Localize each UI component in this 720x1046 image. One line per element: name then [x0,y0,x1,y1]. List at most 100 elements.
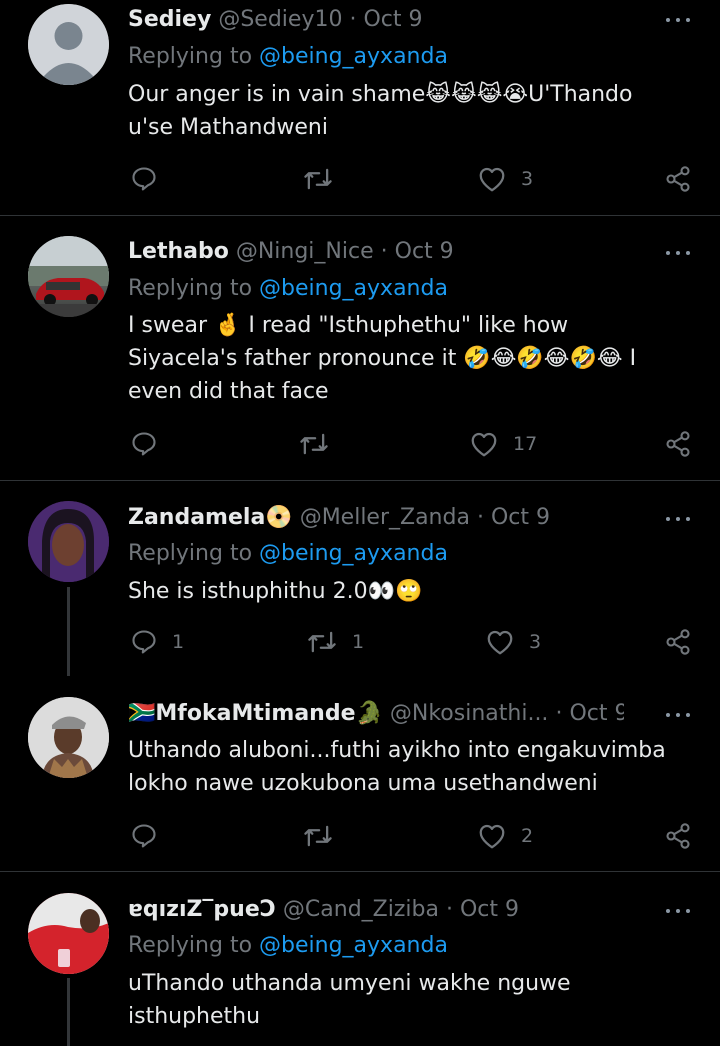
tweet-text: She is isthuphithu 2.0👀🙄 [128,579,423,604]
profile-photo-icon [28,697,109,778]
like-count: 17 [513,433,538,455]
user-handle[interactable]: @Nkosinathi... [390,701,549,726]
reply-button[interactable] [130,820,172,852]
replying-to-label: Replying to [128,541,260,566]
display-name[interactable]: Sediey [128,7,211,32]
display-name[interactable]: ɐqızıZ‾pueƆ [128,897,276,922]
more-icon[interactable] [666,16,692,24]
display-name[interactable]: Lethabo [128,239,229,264]
like-count: 3 [529,631,542,653]
more-icon[interactable] [666,515,692,523]
share-button[interactable] [664,428,692,460]
tweet[interactable]: Sediey @Sediey10 · Oct 9 Replying to @be… [0,0,720,215]
share-icon [666,431,690,457]
reply-button[interactable] [130,428,172,460]
replying-to: Replying to @being_ayxanda [128,538,448,570]
retweet-button[interactable]: 1 [306,626,364,658]
tweet-text: uThando uthanda umyeni wakhe nguwe isthu… [128,971,571,1029]
reply-count: 1 [172,631,185,653]
reply-icon [132,630,156,654]
replying-to: Replying to @being_ayxanda [128,41,448,73]
share-button[interactable] [664,626,692,658]
user-handle[interactable]: @Cand_Ziziba [283,897,439,922]
retweet-icon [300,433,328,455]
display-name[interactable]: Zandamela📀 [128,505,293,530]
avatar[interactable] [28,893,109,974]
user-handle[interactable]: @Sediey10 [218,7,342,32]
reply-icon [132,167,156,191]
avatar[interactable] [28,236,109,317]
car-photo-icon [28,236,109,317]
tweet-text: Uthando aluboni...futhi ayikho into enga… [128,738,666,796]
tweet-date[interactable]: Oct 9 [569,701,624,726]
tweet[interactable]: ɐqızıZ‾pueƆ @Cand_Ziziba · Oct 9 Replyin… [0,872,720,1046]
share-icon [666,823,690,849]
replying-to-label: Replying to [128,276,260,301]
replying-to: Replying to @being_ayxanda [128,930,448,962]
more-icon[interactable] [666,711,692,719]
avatar[interactable] [28,4,109,85]
like-icon [479,167,505,192]
tweet-date[interactable]: Oct 9 [395,239,454,264]
user-handle[interactable]: @Ningi_Nice [236,239,374,264]
tweet-header: 🇿🇦MfokaMtimande🐊 @Nkosinathi... · Oct 9 [128,698,624,730]
tweet-text: Our anger is in vain shame😹😹😹😭U'Thando u… [128,82,633,140]
mention-link[interactable]: @being_ayxanda [259,276,448,301]
retweet-icon [304,168,332,190]
default-avatar-icon [28,4,109,85]
tweet-date[interactable]: Oct 9 [363,7,422,32]
tweet[interactable]: Lethabo @Ningi_Nice · Oct 9 Replying to … [0,216,720,480]
like-button[interactable]: 17 [469,428,537,460]
reply-button[interactable]: 1 [130,626,184,658]
share-icon [666,629,690,655]
profile-photo-icon [28,893,109,974]
tweet-header: ɐqızıZ‾pueƆ @Cand_Ziziba · Oct 9 [128,894,640,926]
replying-to-label: Replying to [128,44,260,69]
retweet-icon [304,825,332,847]
tweet-date[interactable]: Oct 9 [491,505,550,530]
separator-dot: · [380,239,388,264]
more-icon[interactable] [666,907,692,915]
like-count: 2 [521,825,534,847]
like-button[interactable]: 3 [477,163,533,195]
reply-button[interactable] [130,163,172,195]
separator-dot: · [476,505,484,530]
like-icon [487,630,513,655]
like-button[interactable]: 2 [477,820,533,852]
retweet-button[interactable] [302,163,348,195]
thread-line [67,587,70,676]
mention-link[interactable]: @being_ayxanda [259,44,448,69]
like-icon [471,432,497,457]
like-button[interactable]: 3 [485,626,541,658]
share-icon [666,166,690,192]
tweet[interactable]: Zandamela📀 @Meller_Zanda · Oct 9 Replyin… [0,481,720,676]
share-button[interactable] [664,163,692,195]
retweet-button[interactable] [302,820,348,852]
more-icon[interactable] [666,249,692,257]
retweet-button[interactable] [298,428,344,460]
thread-line [67,978,70,1046]
like-icon [479,824,505,849]
mention-link[interactable]: @being_ayxanda [259,541,448,566]
avatar[interactable] [28,697,109,778]
tweet[interactable]: 🇿🇦MfokaMtimande🐊 @Nkosinathi... · Oct 9 … [0,676,720,871]
tweet-date[interactable]: Oct 9 [460,897,519,922]
tweet-header: Zandamela📀 @Meller_Zanda · Oct 9 [128,502,640,534]
replying-to-label: Replying to [128,933,260,958]
display-name[interactable]: 🇿🇦MfokaMtimande🐊 [128,701,383,726]
profile-photo-icon [28,501,109,582]
share-button[interactable] [664,820,692,852]
tweet-header: Lethabo @Ningi_Nice · Oct 9 [128,236,640,268]
avatar[interactable] [28,501,109,582]
separator-dot: · [555,701,563,726]
reply-icon [132,824,156,848]
user-handle[interactable]: @Meller_Zanda [300,505,470,530]
retweet-count: 1 [352,631,365,653]
like-count: 3 [521,168,534,190]
tweet-text: I swear 🤞 I read "Isthuphethu" like how … [128,313,637,404]
separator-dot: · [349,7,357,32]
mention-link[interactable]: @being_ayxanda [259,933,448,958]
retweet-icon [308,631,336,653]
tweet-header: Sediey @Sediey10 · Oct 9 [128,4,640,36]
reply-icon [132,432,156,456]
